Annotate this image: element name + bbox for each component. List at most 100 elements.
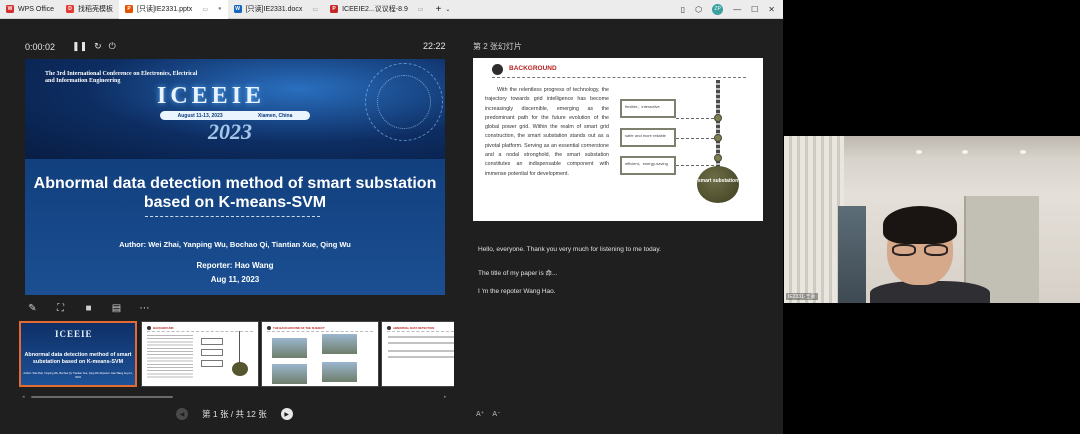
plus-icon: + bbox=[435, 3, 442, 15]
ceiling-light bbox=[1020, 150, 1026, 154]
slide-pager: ◀ 第 1 张 / 共 12 张 ▶ bbox=[176, 408, 293, 420]
thumbnail-scrollbar[interactable]: ◂ ▸ bbox=[19, 394, 451, 400]
presenter-view: 0:00:02 ❚❚ ↻ ⏻ 22:22 第 2 张幻灯片 The 3rd In… bbox=[0, 19, 783, 434]
thumbnail-sub: Author: Wei Zhai, Yanping Wu, Bochao Qi,… bbox=[23, 372, 133, 379]
scroll-left-icon[interactable]: ◂ bbox=[22, 394, 25, 400]
feature-box: safer and more reliable bbox=[620, 128, 676, 147]
docx-icon: W bbox=[233, 5, 242, 13]
next-slide-preview[interactable]: BACKGROUND With the relentless progress … bbox=[473, 58, 763, 221]
camera-icon[interactable]: ■ bbox=[81, 302, 96, 315]
avatar[interactable]: ZP bbox=[712, 3, 724, 15]
participant-name: IE2331-王豪 bbox=[786, 293, 818, 300]
tab-pptx[interactable]: P [只读]IE2331.pptx ▭ ● bbox=[119, 0, 228, 19]
tab-docer[interactable]: D 找稻壳模板 bbox=[60, 0, 119, 19]
chain-graphic bbox=[239, 331, 240, 363]
thumbnail-logo: ICEEIE bbox=[55, 329, 93, 339]
text-placeholder bbox=[147, 335, 193, 379]
conference-location: Xiamen, China bbox=[257, 112, 293, 119]
thumbnail-heading: BACKGROUND bbox=[153, 326, 174, 330]
feature-box: flexible、interactive bbox=[620, 99, 676, 118]
next-slide-body: With the relentless progress of technolo… bbox=[485, 87, 609, 177]
thumbnail-title: Abnormal data detection method of smart … bbox=[24, 352, 132, 365]
conference-date: August 11-13, 2023 bbox=[177, 112, 223, 119]
slide-counter: 第 1 张 / 共 12 张 bbox=[202, 409, 267, 419]
bullet-icon bbox=[147, 326, 151, 330]
thumbnail-slide-3[interactable]: THE BACKGROUND OF THE SUBJECT bbox=[261, 321, 379, 387]
subtitle-icon[interactable]: ▤ bbox=[109, 302, 124, 315]
zoom-icon[interactable]: ⛶ bbox=[53, 302, 68, 315]
window-icon[interactable]: ▭ bbox=[418, 6, 424, 13]
window-icon[interactable]: ▭ bbox=[202, 6, 208, 13]
wps-logo-icon: W bbox=[6, 5, 14, 13]
feature-box: efficient、energy-saving bbox=[620, 156, 676, 175]
scroll-right-icon[interactable]: ▸ bbox=[444, 394, 447, 400]
slide-thumbnails: ICEEIE Abnormal data detection method of… bbox=[19, 321, 454, 387]
divider bbox=[267, 331, 373, 332]
chain-ring bbox=[714, 134, 722, 142]
tab-label: 找稻壳模板 bbox=[78, 6, 114, 13]
pen-icon[interactable]: ✎ bbox=[25, 302, 40, 315]
glasses bbox=[892, 244, 948, 257]
cube-icon[interactable]: ⬡ bbox=[695, 5, 702, 14]
chain-ring bbox=[714, 114, 722, 122]
maximize-icon[interactable]: ☐ bbox=[751, 5, 758, 14]
pdf-icon: P bbox=[330, 5, 339, 13]
globe-graphic-inner bbox=[377, 75, 431, 129]
pause-icon[interactable]: ❚❚ bbox=[72, 41, 87, 52]
next-slide-label: 第 2 张幻灯片 bbox=[473, 42, 522, 51]
slide-title: Abnormal data detection method of smart … bbox=[33, 175, 437, 211]
next-slide-button[interactable]: ▶ bbox=[280, 408, 293, 420]
photo bbox=[272, 338, 307, 358]
shelf bbox=[838, 206, 866, 303]
photo bbox=[272, 364, 307, 384]
tab-docx[interactable]: W [只读]IE2331.docx ▭ bbox=[228, 0, 324, 19]
note-line: The title of my paper is 命... bbox=[478, 270, 558, 277]
close-icon[interactable]: ✕ bbox=[768, 5, 775, 14]
add-tab-button[interactable]: + ⌄ bbox=[430, 0, 457, 19]
elapsed-time: 0:00:02 bbox=[25, 41, 56, 52]
tab-label: ICEEIE2...议议程-8.9 bbox=[342, 6, 408, 13]
sidebar-icon[interactable]: ▯ bbox=[681, 5, 685, 14]
window-icon[interactable]: ▭ bbox=[312, 6, 318, 13]
more-icon[interactable]: ⋯ bbox=[137, 302, 152, 315]
restart-icon[interactable]: ↻ bbox=[94, 41, 102, 52]
text-placeholder bbox=[388, 336, 454, 338]
tab-wps-office[interactable]: W WPS Office bbox=[0, 0, 60, 19]
clock: 22:22 bbox=[423, 41, 446, 51]
decrease-font-icon[interactable]: A⁻ bbox=[492, 410, 500, 418]
scrollbar-thumb[interactable] bbox=[31, 396, 173, 398]
increase-font-icon[interactable]: A⁺ bbox=[476, 410, 484, 418]
text-placeholder bbox=[388, 356, 454, 358]
thumbnail-slide-4[interactable]: ABNORMAL DATA DETECTION bbox=[381, 321, 454, 387]
stop-icon[interactable]: ⏻ bbox=[109, 41, 116, 52]
ceiling-light bbox=[962, 150, 968, 154]
minimize-icon[interactable]: — bbox=[733, 5, 741, 14]
tab-label: [只读]IE2331.pptx bbox=[137, 6, 193, 13]
title-bar: W WPS Office D 找稻壳模板 P [只读]IE2331.pptx ▭… bbox=[0, 0, 783, 19]
note-font-controls: A⁺ A⁻ bbox=[476, 410, 501, 418]
heading-bullet-icon bbox=[492, 64, 503, 75]
text-placeholder bbox=[388, 342, 454, 344]
tab-label: WPS Office bbox=[18, 5, 55, 13]
note-line: Hello, everyone. Thank you very much for… bbox=[478, 246, 661, 253]
tab-pdf[interactable]: P ICEEIE2...议议程-8.9 ▭ bbox=[324, 0, 429, 19]
current-slide[interactable]: The 3rd International Conference on Elec… bbox=[25, 59, 445, 295]
thumbnail-heading: THE BACKGROUND OF THE SUBJECT bbox=[273, 326, 325, 330]
thumbnail-slide-2[interactable]: BACKGROUND bbox=[141, 321, 259, 387]
connector-line bbox=[676, 165, 714, 166]
thumbnail-slide-1[interactable]: ICEEIE Abnormal data detection method of… bbox=[19, 321, 137, 387]
connector-line bbox=[676, 138, 714, 139]
smart-substation-ball: smart substation bbox=[697, 166, 739, 203]
bullet-icon bbox=[387, 326, 391, 330]
feature-box bbox=[201, 360, 223, 367]
presenter-toolbar: ✎ ⛶ ■ ▤ ⋯ bbox=[25, 302, 152, 315]
unsaved-dot-icon: ● bbox=[217, 6, 222, 12]
divider bbox=[147, 331, 253, 332]
feature-box bbox=[201, 349, 223, 356]
connector-line bbox=[676, 118, 714, 119]
divider bbox=[492, 77, 746, 78]
previous-slide-button[interactable]: ◀ bbox=[176, 408, 188, 420]
note-line: I 'm the repoter Wang Hao. bbox=[478, 288, 556, 295]
chain-ring bbox=[714, 154, 722, 162]
divider bbox=[387, 331, 454, 332]
